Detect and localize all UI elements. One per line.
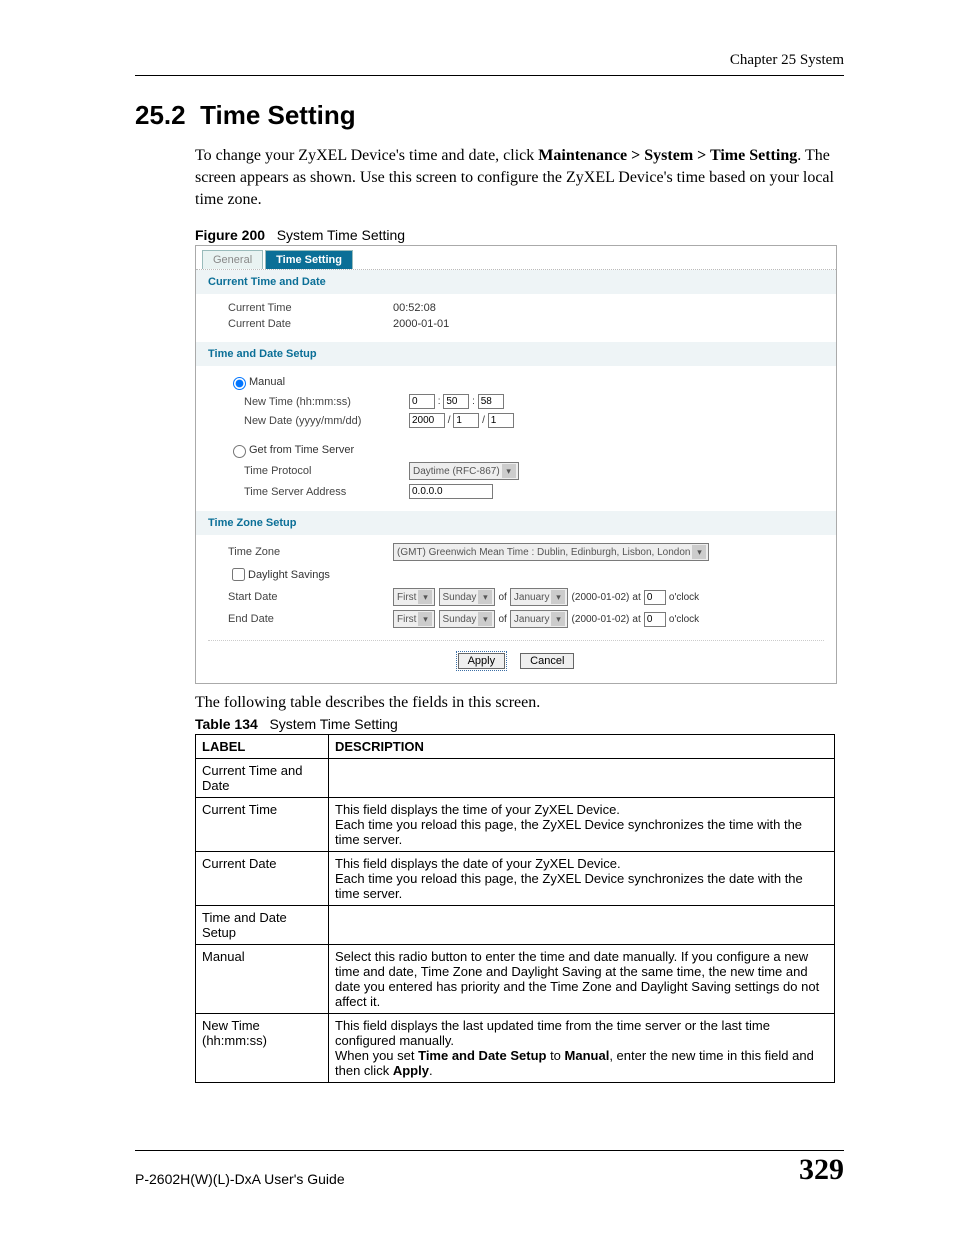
chevron-down-icon: ▾ xyxy=(478,590,492,604)
tab-general[interactable]: General xyxy=(202,250,263,269)
figure-number: Figure 200 xyxy=(195,227,265,243)
chevron-down-icon: ▾ xyxy=(502,464,516,478)
chevron-down-icon: ▾ xyxy=(418,612,432,626)
table-row: ManualSelect this radio button to enter … xyxy=(196,945,835,1014)
new-date-dd[interactable] xyxy=(488,413,514,428)
start-day-select[interactable]: Sunday▾ xyxy=(439,588,496,606)
table-row: New Time (hh:mm:ss)This field displays t… xyxy=(196,1014,835,1083)
tab-time-setting[interactable]: Time Setting xyxy=(265,250,353,269)
getfrom-radio[interactable] xyxy=(233,445,246,458)
end-hour-input[interactable] xyxy=(644,612,666,627)
current-time-label: Current Time xyxy=(228,302,393,314)
label-cell: New Time (hh:mm:ss) xyxy=(196,1014,329,1083)
cancel-button[interactable]: Cancel xyxy=(520,653,574,669)
time-protocol-select[interactable]: Daytime (RFC-867) ▾ xyxy=(409,462,519,480)
manual-radio[interactable] xyxy=(233,377,246,390)
section-current-time-date: Current Time and Date xyxy=(196,270,836,294)
time-server-addr-label: Time Server Address xyxy=(244,486,409,498)
label-cell: Current Time and Date xyxy=(196,759,329,798)
time-protocol-label: Time Protocol xyxy=(244,465,409,477)
chevron-down-icon: ▾ xyxy=(692,545,706,559)
getfrom-label: Get from Time Server xyxy=(249,444,354,456)
new-date-yyyy[interactable] xyxy=(409,413,445,428)
label-cell: Time and Date Setup xyxy=(196,906,329,945)
top-rule xyxy=(135,75,844,76)
guide-name: P-2602H(W)(L)-DxA User's Guide xyxy=(135,1171,345,1187)
manual-label: Manual xyxy=(249,376,285,388)
end-date-label: End Date xyxy=(228,613,393,625)
description-cell xyxy=(329,906,835,945)
section-title: Time Setting xyxy=(200,100,356,130)
chevron-down-icon: ▾ xyxy=(478,612,492,626)
start-computed-date: (2000-01-02) xyxy=(572,592,630,603)
col-description: DESCRIPTION xyxy=(329,735,835,759)
description-cell xyxy=(329,759,835,798)
end-day-select[interactable]: Sunday▾ xyxy=(439,610,496,628)
table-row: Current DateThis field displays the date… xyxy=(196,852,835,906)
chevron-down-icon: ▾ xyxy=(551,590,565,604)
chevron-down-icon: ▾ xyxy=(551,612,565,626)
new-time-label: New Time (hh:mm:ss) xyxy=(244,396,409,408)
label-cell: Manual xyxy=(196,945,329,1014)
daylight-savings-checkbox[interactable] xyxy=(232,568,245,581)
col-label: LABEL xyxy=(196,735,329,759)
time-zone-value: (GMT) Greenwich Mean Time : Dublin, Edin… xyxy=(397,547,690,558)
start-date-label: Start Date xyxy=(228,591,393,603)
time-zone-label: Time Zone xyxy=(228,546,393,558)
new-time-mm[interactable] xyxy=(443,394,469,409)
description-cell: This field displays the date of your ZyX… xyxy=(329,852,835,906)
label-cell: Current Date xyxy=(196,852,329,906)
figure-caption: Figure 200 System Time Setting xyxy=(195,227,844,243)
end-computed-date: (2000-01-02) xyxy=(572,614,630,625)
description-cell: Select this radio button to enter the ti… xyxy=(329,945,835,1014)
description-cell: This field displays the time of your ZyX… xyxy=(329,798,835,852)
new-date-mm[interactable] xyxy=(453,413,479,428)
end-month-select[interactable]: January▾ xyxy=(510,610,569,628)
chapter-header: Chapter 25 System xyxy=(135,52,844,75)
description-table: LABEL DESCRIPTION Current Time and DateC… xyxy=(195,734,835,1083)
table-row: Current TimeThis field displays the time… xyxy=(196,798,835,852)
start-hour-input[interactable] xyxy=(644,590,666,605)
start-month-select[interactable]: January▾ xyxy=(510,588,569,606)
page-number: 329 xyxy=(799,1153,844,1187)
screenshot-panel: General Time Setting Current Time and Da… xyxy=(195,245,837,684)
time-zone-select[interactable]: (GMT) Greenwich Mean Time : Dublin, Edin… xyxy=(393,543,709,561)
section-time-zone-setup: Time Zone Setup xyxy=(196,511,836,535)
new-time-ss[interactable] xyxy=(478,394,504,409)
current-time-value: 00:52:08 xyxy=(393,302,436,314)
table-title: System Time Setting xyxy=(269,716,397,732)
intro-paragraph: To change your ZyXEL Device's time and d… xyxy=(195,145,844,211)
time-protocol-value: Daytime (RFC-867) xyxy=(413,466,500,477)
description-cell: This field displays the last updated tim… xyxy=(329,1014,835,1083)
current-date-label: Current Date xyxy=(228,318,393,330)
section-number: 25.2 xyxy=(135,100,186,130)
table-row: Current Time and Date xyxy=(196,759,835,798)
table-row: Time and Date Setup xyxy=(196,906,835,945)
time-server-addr-input[interactable] xyxy=(409,484,493,499)
label-cell: Current Time xyxy=(196,798,329,852)
current-date-value: 2000-01-01 xyxy=(393,318,449,330)
tab-bar: General Time Setting xyxy=(196,246,836,270)
new-time-hh[interactable] xyxy=(409,394,435,409)
section-heading: 25.2 Time Setting xyxy=(135,100,844,131)
figure-title: System Time Setting xyxy=(277,227,405,243)
table-intro: The following table describes the fields… xyxy=(195,694,844,712)
apply-button[interactable]: Apply xyxy=(458,653,506,669)
end-ordinal-select[interactable]: First▾ xyxy=(393,610,435,628)
section-time-date-setup: Time and Date Setup xyxy=(196,342,836,366)
table-caption: Table 134 System Time Setting xyxy=(195,716,844,732)
table-number: Table 134 xyxy=(195,716,258,732)
button-row: Apply Cancel xyxy=(208,640,824,683)
page-footer: P-2602H(W)(L)-DxA User's Guide 329 xyxy=(135,1150,844,1187)
start-ordinal-select[interactable]: First▾ xyxy=(393,588,435,606)
chevron-down-icon: ▾ xyxy=(418,590,432,604)
new-date-label: New Date (yyyy/mm/dd) xyxy=(244,415,409,427)
daylight-savings-label: Daylight Savings xyxy=(248,569,330,581)
